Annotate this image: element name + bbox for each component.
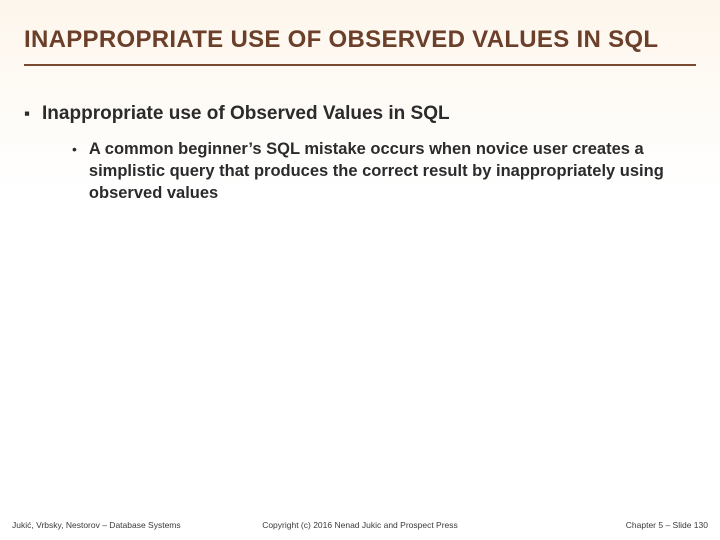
bullet-level-1: ▪ Inappropriate use of Observed Values i… [24,102,696,126]
footer-authors: Jukić, Vrbsky, Nestorov – Database Syste… [12,520,244,530]
footer: Jukić, Vrbsky, Nestorov – Database Syste… [0,520,720,530]
dot-bullet-icon: • [72,138,77,160]
slide-title: INAPPROPRIATE USE OF OBSERVED VALUES IN … [0,0,720,62]
slide: INAPPROPRIATE USE OF OBSERVED VALUES IN … [0,0,720,540]
content-area: ▪ Inappropriate use of Observed Values i… [0,66,720,204]
bullet-level-2-text: A common beginner’s SQL mistake occurs w… [89,138,688,204]
bullet-level-1-text: Inappropriate use of Observed Values in … [42,102,450,126]
bullet-level-2: • A common beginner’s SQL mistake occurs… [72,138,696,204]
square-bullet-icon: ▪ [24,102,30,126]
footer-copyright: Copyright (c) 2016 Nenad Jukic and Prosp… [244,520,476,530]
footer-page-number: Chapter 5 – Slide 130 [476,520,708,530]
